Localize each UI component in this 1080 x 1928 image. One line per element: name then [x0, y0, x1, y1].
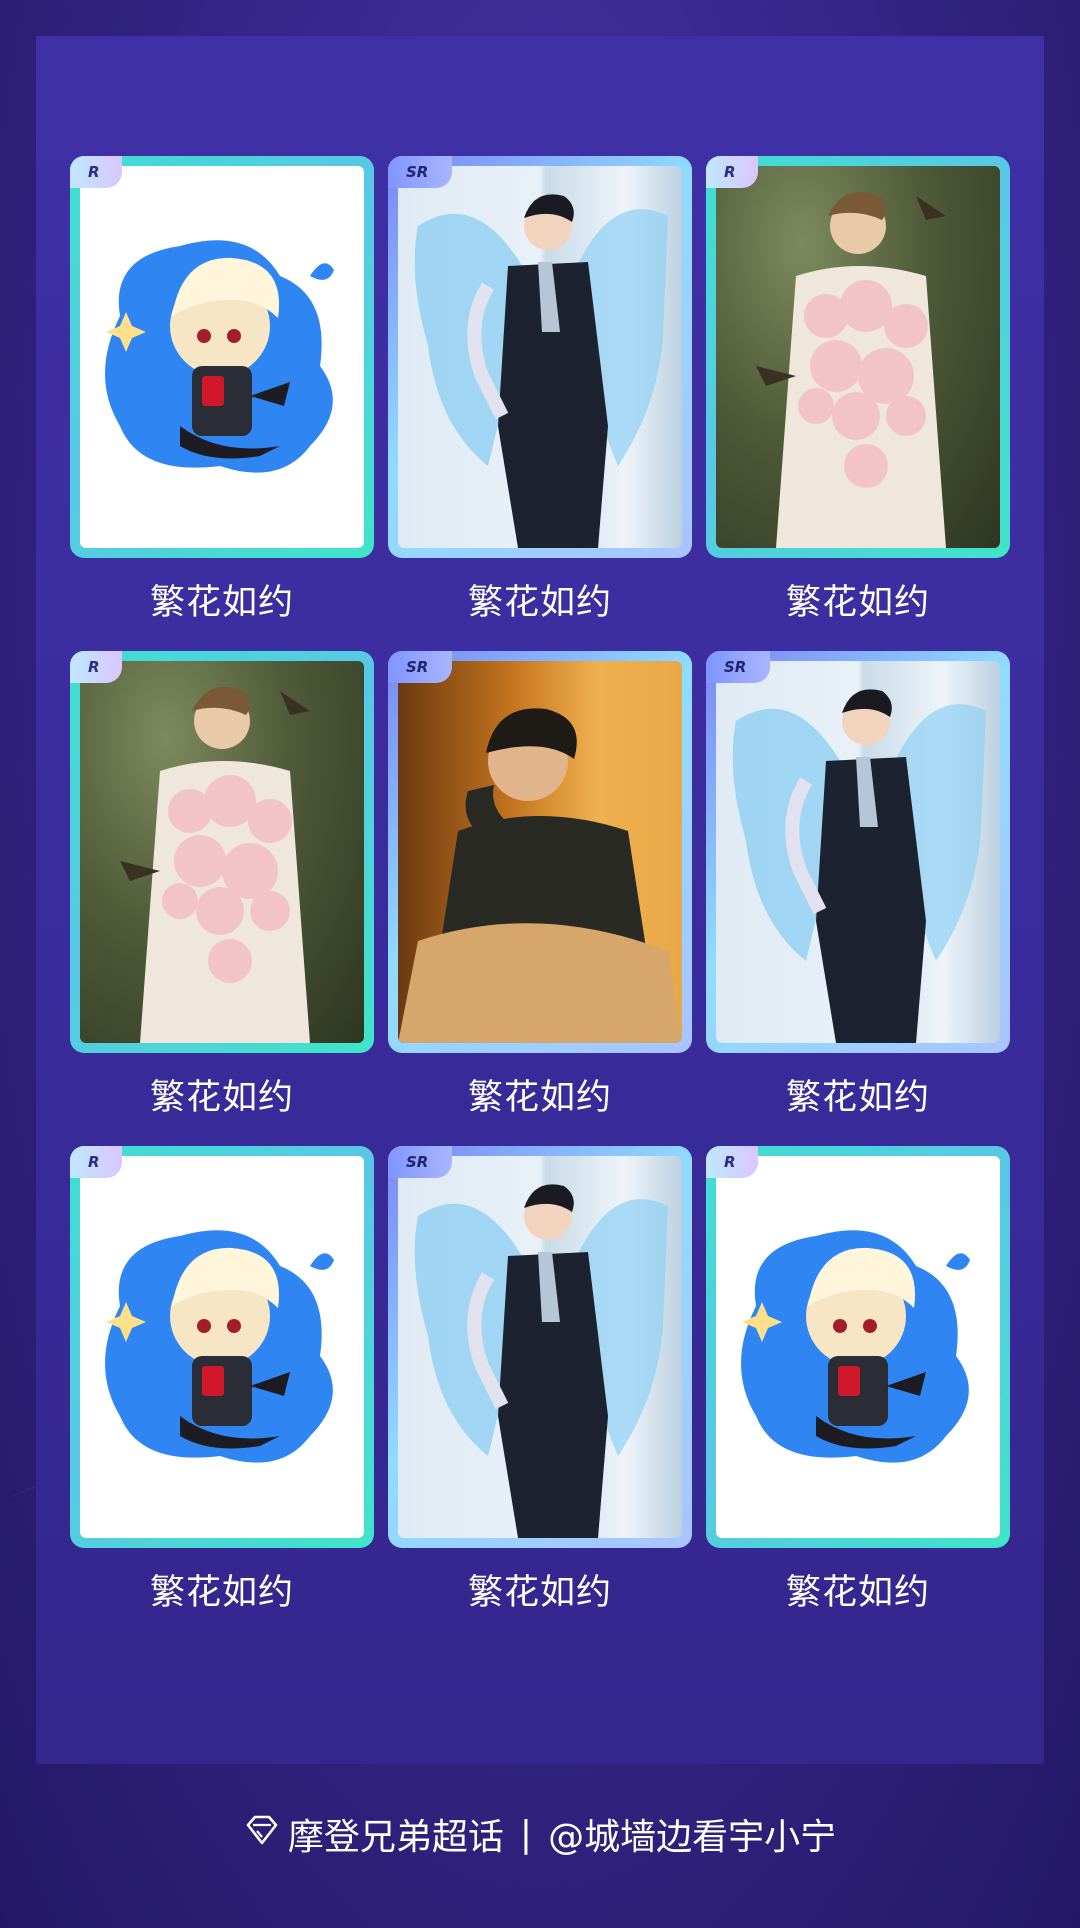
card-art-butterfly-wing-suit [716, 661, 1000, 1043]
card-caption: 繁花如约 [149, 1573, 294, 1613]
footer-separator: | [519, 1813, 533, 1855]
card-art-sweater-portrait [398, 661, 682, 1043]
card-item[interactable]: SR 繁花如约 [388, 651, 692, 1121]
card-frame[interactable]: SR [706, 651, 1010, 1053]
card-frame[interactable]: SR [388, 1146, 692, 1548]
card-item[interactable]: R 繁花如约 [70, 1146, 374, 1616]
card-frame[interactable]: SR [388, 156, 692, 558]
card-art-butterfly-wing-suit [398, 166, 682, 548]
card-frame[interactable]: R [70, 1146, 374, 1548]
card-frame[interactable]: R [70, 651, 374, 1053]
card-frame[interactable]: R [706, 156, 1010, 558]
card-caption: 繁花如约 [467, 1078, 612, 1118]
card-caption: 繁花如约 [467, 583, 612, 623]
card-grid: R 繁花如约 SR 繁花如约 R 繁花如约 R 繁花如约 SR 繁花如约 SR … [70, 156, 1010, 1616]
card-caption: 繁花如约 [467, 1573, 612, 1613]
rarity-badge: SR [388, 651, 452, 683]
rarity-badge: R [70, 156, 122, 188]
card-item[interactable]: SR 繁花如约 [388, 1146, 692, 1616]
card-art-butterfly-wing-suit [398, 1156, 682, 1538]
card-caption: 繁花如约 [785, 1078, 930, 1118]
rarity-badge: R [706, 156, 758, 188]
card-art-chibi-vampire [80, 1156, 364, 1538]
author-handle[interactable]: @城墙边看宇小宁 [548, 1808, 836, 1860]
rarity-badge: SR [706, 651, 770, 683]
card-frame[interactable]: R [706, 1146, 1010, 1548]
card-item[interactable]: R 繁花如约 [70, 156, 374, 626]
card-item[interactable]: SR 繁花如约 [706, 651, 1010, 1121]
card-item[interactable]: SR 繁花如约 [388, 156, 692, 626]
diamond-icon [244, 1812, 280, 1857]
card-item[interactable]: R 繁花如约 [70, 651, 374, 1121]
rarity-badge: SR [388, 1146, 452, 1178]
card-frame[interactable]: SR [388, 651, 692, 1053]
card-art-flower-bouquet-portrait [80, 661, 364, 1043]
card-caption: 繁花如约 [785, 583, 930, 623]
card-caption: 繁花如约 [149, 1078, 294, 1118]
card-item[interactable]: R 繁花如约 [706, 156, 1010, 626]
card-frame[interactable]: R [70, 156, 374, 558]
card-item[interactable]: R 繁花如约 [706, 1146, 1010, 1616]
rarity-badge: SR [388, 156, 452, 188]
rarity-badge: R [70, 651, 122, 683]
super-topic-link[interactable]: 摩登兄弟超话 [288, 1808, 504, 1860]
card-art-chibi-vampire [80, 166, 364, 548]
rarity-badge: R [706, 1146, 758, 1178]
card-caption: 繁花如约 [149, 583, 294, 623]
card-art-flower-bouquet-portrait [716, 166, 1000, 548]
rarity-badge: R [70, 1146, 122, 1178]
footer-attribution: 摩登兄弟超话 | @城墙边看宇小宁 [0, 1812, 1080, 1858]
card-caption: 繁花如约 [785, 1573, 930, 1613]
card-art-chibi-vampire [716, 1156, 1000, 1538]
